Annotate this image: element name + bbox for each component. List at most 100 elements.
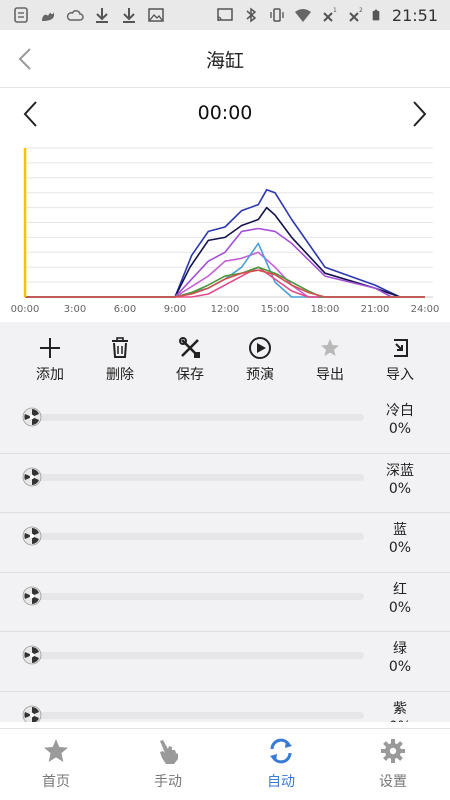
channel-row: 红 0% xyxy=(0,572,450,632)
channel-row: 蓝 0% xyxy=(0,513,450,573)
channel-value: 0% xyxy=(388,421,412,437)
svg-text:1: 1 xyxy=(333,7,337,14)
x-tick-label: 00:00 xyxy=(11,304,40,315)
svg-text:2: 2 xyxy=(359,7,363,14)
series-line xyxy=(25,227,425,298)
channel-row: 绿 0% xyxy=(0,632,450,692)
import-label: 导入 xyxy=(386,367,414,383)
refresh-icon xyxy=(270,738,292,764)
series-line xyxy=(25,251,425,298)
hand-pointer-icon xyxy=(160,740,178,764)
preview-label: 预演 xyxy=(246,367,274,383)
channel-value: 0% xyxy=(388,659,412,675)
channel-value: 0% xyxy=(380,719,420,723)
no-signal-1-icon: 1 xyxy=(323,7,337,22)
x-tick-label: 18:00 xyxy=(311,304,340,315)
next-time-button[interactable] xyxy=(406,98,432,130)
save-button[interactable]: 保存 xyxy=(160,336,220,384)
slider-thumb[interactable] xyxy=(22,705,42,723)
x-tick-label: 15:00 xyxy=(261,304,290,315)
slider-track[interactable] xyxy=(24,473,364,481)
export-button[interactable]: 导出 xyxy=(300,336,360,384)
action-toolbar: 添加 删除 保存 预演 导出 导入 xyxy=(0,322,450,394)
status-bar: 1 2 21:51 xyxy=(0,0,450,30)
notification-area xyxy=(0,7,165,23)
slider-thumb[interactable] xyxy=(22,586,42,606)
trash-icon xyxy=(112,337,128,358)
x-tick-label: 21:00 xyxy=(361,304,390,315)
channel-name: 绿 xyxy=(393,641,407,657)
x-tick-label: 9:00 xyxy=(164,304,186,315)
title-bar: 海缸 xyxy=(0,30,450,88)
light-schedule-chart[interactable]: 00:00 3:00 6:00 9:00 12:00 15:00 18:00 21:00 24:… xyxy=(0,140,450,322)
slider-thumb[interactable] xyxy=(22,467,42,487)
channel-value: 0% xyxy=(388,540,412,556)
image-icon xyxy=(148,8,164,22)
add-button[interactable]: 添加 xyxy=(20,336,80,384)
status-time: 21:51 xyxy=(391,5,438,25)
x-tick-label: 3:00 xyxy=(64,304,86,315)
import-button[interactable]: 导入 xyxy=(370,336,430,384)
system-status-area: 1 2 21:51 xyxy=(216,6,450,25)
import-icon xyxy=(394,339,408,357)
channel-value: 0% xyxy=(388,480,412,497)
plus-icon xyxy=(40,338,60,358)
save-label: 保存 xyxy=(176,367,204,383)
channel-row: 深蓝 0% xyxy=(0,453,450,513)
tools-icon xyxy=(179,337,200,358)
vibrate-icon xyxy=(270,8,284,22)
x-tick-label: 6:00 xyxy=(114,304,136,315)
slider-track[interactable] xyxy=(24,414,364,421)
page-title: 海缸 xyxy=(205,50,244,72)
current-time-display: 00:00 xyxy=(197,102,253,124)
cloud-icon xyxy=(66,10,84,21)
x-tick-label: 12:00 xyxy=(211,304,240,315)
play-icon xyxy=(249,337,271,359)
nav-settings[interactable]: 设置 xyxy=(348,737,438,791)
nav-auto[interactable]: 自动 xyxy=(236,737,326,791)
battery-icon xyxy=(372,9,380,21)
no-signal-2-icon: 2 xyxy=(349,7,363,22)
wifi-icon xyxy=(294,9,311,22)
channel-row: 冷白 0% xyxy=(0,394,450,454)
delete-button[interactable]: 删除 xyxy=(90,336,150,384)
chart-svg[interactable]: 00:00 3:00 6:00 9:00 12:00 15:00 18:00 21:00 24:… xyxy=(0,140,450,322)
slider-thumb[interactable] xyxy=(22,407,42,427)
gear-icon xyxy=(381,739,405,763)
channel-row: 紫 0% xyxy=(0,691,450,723)
channel-name: 冷白 xyxy=(386,403,414,419)
slider-thumb[interactable] xyxy=(22,645,42,665)
nav-settings-label: 设置 xyxy=(379,774,407,790)
channel-slider-list[interactable]: 冷白 0% 深蓝 0% 蓝 0% 红 0% 绿 0% 紫 0% xyxy=(0,394,450,722)
nav-auto-label: 自动 xyxy=(267,774,295,790)
nav-manual-label: 手动 xyxy=(154,774,182,790)
download-icon xyxy=(96,8,108,23)
x-tick-label: 24:00 xyxy=(411,304,440,315)
nav-home-label: 首页 xyxy=(42,774,70,790)
note-icon xyxy=(14,7,28,23)
star-icon xyxy=(44,739,68,762)
preview-button[interactable]: 预演 xyxy=(230,336,290,384)
slider-track[interactable] xyxy=(24,533,364,540)
time-navigator: 00:00 xyxy=(0,90,450,138)
channel-name: 深蓝 xyxy=(386,462,414,479)
star-icon xyxy=(321,339,339,356)
nav-manual[interactable]: 手动 xyxy=(123,737,213,791)
series-line xyxy=(25,188,425,298)
slider-track[interactable] xyxy=(24,711,364,719)
nav-home[interactable]: 首页 xyxy=(11,737,101,791)
channel-name: 红 xyxy=(393,581,407,598)
cast-icon xyxy=(217,8,233,21)
delete-label: 删除 xyxy=(106,367,134,383)
slider-track[interactable] xyxy=(24,592,364,600)
channel-name: 蓝 xyxy=(393,522,407,538)
series-line xyxy=(25,269,425,298)
export-label: 导出 xyxy=(316,367,344,383)
slider-track[interactable] xyxy=(24,652,364,659)
bottom-navigation: 首页 手动 自动 设置 xyxy=(0,728,450,800)
add-label: 添加 xyxy=(36,367,64,383)
bluetooth-icon xyxy=(246,7,257,23)
download-icon xyxy=(123,8,135,23)
slider-thumb[interactable] xyxy=(22,526,42,546)
channel-name: 紫 xyxy=(393,700,407,717)
